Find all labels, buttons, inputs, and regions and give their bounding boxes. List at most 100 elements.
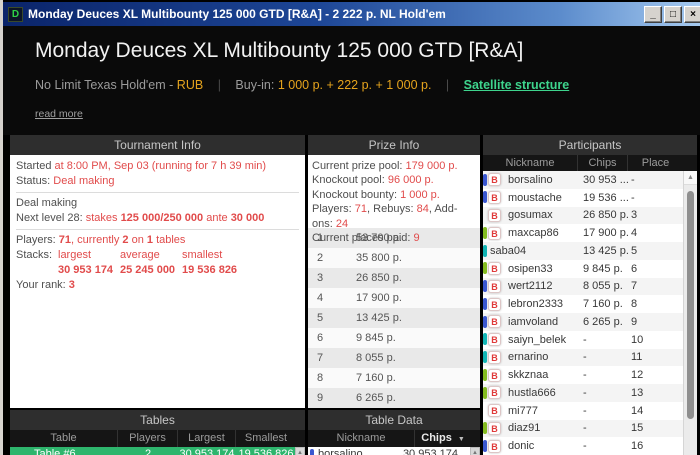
prize-place-row[interactable]: 6 9 845 р. xyxy=(308,328,480,348)
prize-place-row[interactable]: 1 53 700 р. xyxy=(308,228,480,248)
close-button[interactable]: × xyxy=(684,5,700,23)
next-level-line: Next level 28: stakes 125 000/250 000 an… xyxy=(16,212,265,224)
participants-scrollbar[interactable]: ▲ xyxy=(683,171,697,455)
participant-place: 15 xyxy=(631,422,644,435)
participant-nickname: ernarino xyxy=(508,351,549,364)
prize-amount: 7 160 р. xyxy=(356,372,396,384)
participant-nickname: iamvoland xyxy=(508,315,559,328)
player-flag xyxy=(483,439,487,452)
place-column-header[interactable]: Place xyxy=(628,155,683,171)
tournament-info-title: Tournament Info xyxy=(10,135,305,155)
prize-amount: 13 425 р. xyxy=(356,312,402,324)
participant-row[interactable]: B ernarino - 11 xyxy=(483,348,683,367)
participant-place: 13 xyxy=(631,386,644,399)
prize-amount: 35 800 р. xyxy=(356,252,402,264)
prize-place-row[interactable]: 3 26 850 р. xyxy=(308,268,480,288)
players-column-header[interactable]: Players xyxy=(118,430,178,447)
participant-row[interactable]: B iamvoland 6 265 р. 9 xyxy=(483,313,683,331)
participant-row[interactable]: saba04 13 425 р. 5 xyxy=(483,242,683,260)
prize-info-panel: Prize Info Current prize pool: 179 000 р… xyxy=(308,135,480,408)
tournament-title: Monday Deuces XL Multibounty 125 000 GTD… xyxy=(35,39,524,62)
table-row-selected[interactable]: Table #6 2 30 953 174 19 536 826 ▲ xyxy=(10,447,305,455)
participant-place: 10 xyxy=(631,333,644,346)
participant-place: - xyxy=(631,191,635,204)
prize-places-table: 1 53 700 р. 2 35 800 р. 3 26 850 р. 4 17… xyxy=(308,228,480,408)
scroll-up-icon[interactable]: ▲ xyxy=(684,171,697,185)
participant-row[interactable]: B diaz91 - 15 xyxy=(483,419,683,438)
table-data-scroll-up-icon[interactable]: ▲ xyxy=(470,447,480,455)
participant-row[interactable]: B saiyn_belek - 10 xyxy=(483,330,683,349)
read-more-link[interactable]: read more xyxy=(35,108,83,120)
participant-row[interactable]: B wert2112 8 055 р. 7 xyxy=(483,277,683,296)
participant-row[interactable]: B lebron2333 7 160 р. 8 xyxy=(483,295,683,313)
prize-place-row[interactable]: 2 35 800 р. xyxy=(308,248,480,268)
table-data-row[interactable]: borsalino 30 953 174 ▲ xyxy=(308,447,480,455)
bounty-badge-icon: B xyxy=(488,368,501,382)
app-icon: D xyxy=(8,6,23,22)
minimize-button[interactable]: _ xyxy=(644,5,662,23)
chips-column-header[interactable]: Chips xyxy=(578,155,628,171)
participant-nickname: hustla666 xyxy=(508,386,556,399)
currency-label: RUB xyxy=(176,78,204,92)
participant-row[interactable]: B osipen33 9 845 р. 6 xyxy=(483,259,683,278)
player-flag xyxy=(483,297,487,310)
participant-chips: 6 265 р. xyxy=(583,315,623,328)
largest-column-header[interactable]: Largest xyxy=(178,430,236,447)
bounty-badge-icon: B xyxy=(488,404,501,418)
participant-row[interactable]: B gosumax 26 850 р. 3 xyxy=(483,206,683,225)
bounty-badge-icon: B xyxy=(488,297,501,311)
players-line: Players: 71, currently 2 on 1 tables xyxy=(16,234,186,246)
participant-place: - xyxy=(631,173,635,186)
participant-nickname: skkznaa xyxy=(508,369,549,382)
table-column-header[interactable]: Table xyxy=(10,430,118,447)
maximize-button[interactable]: □ xyxy=(664,5,682,23)
smallest-column-header[interactable]: Smallest xyxy=(236,430,296,447)
participant-row[interactable]: B maxcap86 17 900 р. 4 xyxy=(483,224,683,242)
prize-place-row[interactable]: 5 13 425 р. xyxy=(308,308,480,328)
participant-nickname: borsalino xyxy=(508,173,553,186)
participant-row[interactable]: B mi777 - 14 xyxy=(483,401,683,420)
participant-nickname: diaz91 xyxy=(508,422,541,435)
deal-making-line: Deal making xyxy=(16,197,78,209)
satellite-structure-link[interactable]: Satellite structure xyxy=(464,78,570,92)
participant-row[interactable]: B skkznaa - 12 xyxy=(483,366,683,384)
tournament-info-panel: Tournament Info Started at 8:00 PM, Sep … xyxy=(10,135,305,408)
participants-title: Participants xyxy=(483,135,697,155)
status-line: Status: Deal making xyxy=(16,175,115,187)
participant-nickname: osipen33 xyxy=(508,262,553,275)
participant-place: 3 xyxy=(631,209,638,222)
tables-panel: Tables Table Players Largest Smallest Ta… xyxy=(10,410,305,455)
prize-place: 1 xyxy=(317,232,324,244)
prize-place-row[interactable]: 4 17 900 р. xyxy=(308,288,480,308)
participant-row[interactable]: B moustache 19 536 ... - xyxy=(483,188,683,207)
prize-place: 3 xyxy=(317,272,324,284)
participant-row[interactable]: B borsalino 30 953 ... - xyxy=(483,171,683,189)
participants-list: B borsalino 30 953 ... - B moustache 19 … xyxy=(483,171,683,455)
participant-place: 16 xyxy=(631,440,644,453)
participant-chips: - xyxy=(583,440,587,453)
prize-place: 6 xyxy=(317,332,324,344)
participant-place: 11 xyxy=(631,351,643,364)
bounty-badge-icon: B xyxy=(488,191,501,205)
chips-sort-column-header[interactable]: Chips ▼ xyxy=(415,430,471,447)
nickname-column-header[interactable]: Nickname xyxy=(483,155,578,171)
prize-place-row[interactable]: 8 7 160 р. xyxy=(308,368,480,388)
tables-scroll-up-icon[interactable]: ▲ xyxy=(295,447,305,455)
tournament-lobby-window: D Monday Deuces XL Multibounty 125 000 G… xyxy=(0,0,700,455)
prize-place: 2 xyxy=(317,252,324,264)
participant-row[interactable]: B donic - 16 xyxy=(483,437,683,455)
participant-row[interactable]: B hustla666 - 13 xyxy=(483,384,683,402)
participant-nickname: lebron2333 xyxy=(508,298,564,311)
nickname-column-header[interactable]: Nickname xyxy=(308,430,415,447)
prize-place-row[interactable]: 9 6 265 р. xyxy=(308,388,480,408)
stacks-header-row: Stacks: largest average smallest xyxy=(16,249,223,261)
prize-pool-line: Current prize pool: 179 000 р. xyxy=(312,160,458,172)
player-flag xyxy=(483,368,487,381)
participant-chips: 8 055 р. xyxy=(583,280,623,293)
bounty-badge-icon: B xyxy=(488,173,501,187)
game-type-label: No Limit Texas Hold'em - xyxy=(35,78,177,92)
participants-column-header: Nickname Chips Place xyxy=(483,155,697,171)
prize-place-row[interactable]: 7 8 055 р. xyxy=(308,348,480,368)
titlebar[interactable]: D Monday Deuces XL Multibounty 125 000 G… xyxy=(3,2,700,26)
scrollbar-thumb[interactable] xyxy=(687,191,694,419)
